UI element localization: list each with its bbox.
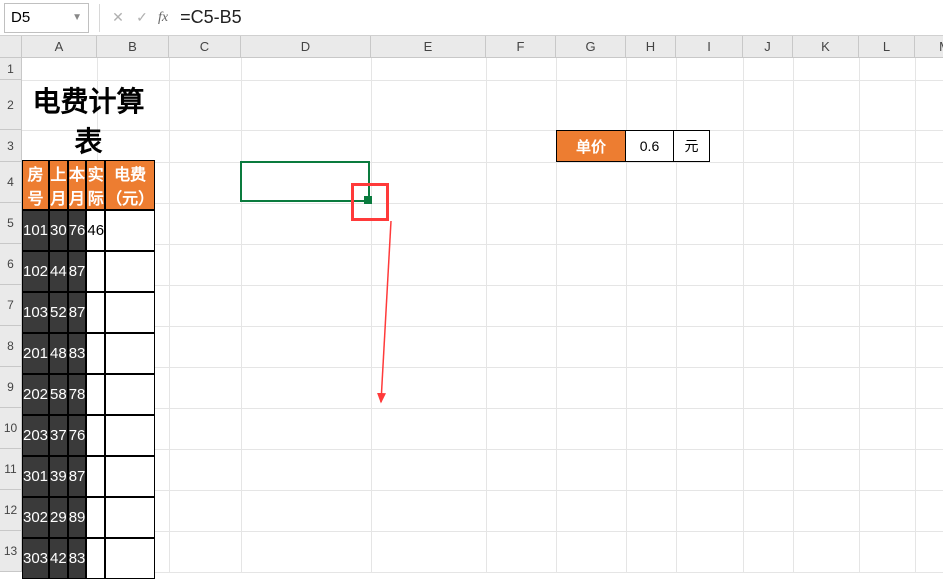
col-header-M[interactable]: M: [915, 36, 943, 58]
col-header-A[interactable]: A: [22, 36, 97, 58]
row-header-12[interactable]: 12: [0, 490, 22, 531]
row-header-9[interactable]: 9: [0, 367, 22, 408]
cell-prev[interactable]: 37: [49, 415, 68, 456]
cell-room[interactable]: 102: [22, 251, 49, 292]
column-headers: ABCDEFGHIJKLM: [22, 36, 943, 58]
cell-curr[interactable]: 87: [68, 292, 87, 333]
row-header-6[interactable]: 6: [0, 244, 22, 285]
formula-input[interactable]: [172, 3, 943, 33]
row-header-5[interactable]: 5: [0, 203, 22, 244]
row-header-4[interactable]: 4: [0, 162, 22, 203]
cell-fee[interactable]: [105, 456, 155, 497]
row-header-8[interactable]: 8: [0, 326, 22, 367]
header-actual: 实际: [86, 160, 105, 210]
cell-room[interactable]: 202: [22, 374, 49, 415]
accept-icon[interactable]: ✓: [130, 6, 154, 30]
price-label: 单价: [556, 130, 626, 162]
cell-curr[interactable]: 83: [68, 333, 87, 374]
cell-curr[interactable]: 78: [68, 374, 87, 415]
cell-curr[interactable]: 76: [68, 210, 87, 251]
price-box: 单价 0.6 元: [556, 130, 710, 162]
row-header-1[interactable]: 1: [0, 58, 22, 80]
row-header-2[interactable]: 2: [0, 80, 22, 130]
col-header-K[interactable]: K: [793, 36, 859, 58]
col-header-G[interactable]: G: [556, 36, 626, 58]
gridlines: [22, 58, 943, 572]
cell-room[interactable]: 103: [22, 292, 49, 333]
cell-fee[interactable]: [105, 538, 155, 579]
row-header-7[interactable]: 7: [0, 285, 22, 326]
col-header-D[interactable]: D: [241, 36, 371, 58]
cell-prev[interactable]: 39: [49, 456, 68, 497]
cell-prev[interactable]: 44: [49, 251, 68, 292]
col-header-C[interactable]: C: [169, 36, 241, 58]
cell-curr[interactable]: 83: [68, 538, 87, 579]
col-header-I[interactable]: I: [676, 36, 743, 58]
col-header-E[interactable]: E: [371, 36, 486, 58]
price-unit: 元: [674, 130, 710, 162]
cell-actual[interactable]: [86, 538, 105, 579]
row-header-13[interactable]: 13: [0, 531, 22, 572]
cell-fee[interactable]: [105, 210, 155, 251]
row-headers: 12345678910111213: [0, 58, 22, 572]
col-header-B[interactable]: B: [97, 36, 169, 58]
cell-curr[interactable]: 87: [68, 456, 87, 497]
cell-fee[interactable]: [105, 415, 155, 456]
select-all-corner[interactable]: [0, 36, 22, 58]
cell-actual[interactable]: [86, 251, 105, 292]
col-header-H[interactable]: H: [626, 36, 676, 58]
separator: [99, 4, 100, 32]
cell-room[interactable]: 203: [22, 415, 49, 456]
cancel-icon[interactable]: ✕: [106, 6, 130, 30]
cell-actual[interactable]: 46: [86, 210, 105, 251]
cell-room[interactable]: 101: [22, 210, 49, 251]
cell-prev[interactable]: 58: [49, 374, 68, 415]
cell-fee[interactable]: [105, 497, 155, 538]
name-box[interactable]: D5 ▼: [4, 3, 89, 33]
price-value: 0.6: [626, 130, 674, 162]
col-header-J[interactable]: J: [743, 36, 793, 58]
cell-prev[interactable]: 48: [49, 333, 68, 374]
cell-curr[interactable]: 76: [68, 415, 87, 456]
table-title: 电费计算表: [22, 80, 155, 160]
cell-room[interactable]: 201: [22, 333, 49, 374]
name-box-value: D5: [11, 9, 30, 26]
cell-curr[interactable]: 87: [68, 251, 87, 292]
cell-actual[interactable]: [86, 497, 105, 538]
row-header-11[interactable]: 11: [0, 449, 22, 490]
cell-actual[interactable]: [86, 374, 105, 415]
cell-prev[interactable]: 42: [49, 538, 68, 579]
cell-prev[interactable]: 29: [49, 497, 68, 538]
cell-actual[interactable]: [86, 333, 105, 374]
cell-fee[interactable]: [105, 333, 155, 374]
cell-actual[interactable]: [86, 292, 105, 333]
row-header-3[interactable]: 3: [0, 130, 22, 162]
cell-room[interactable]: 303: [22, 538, 49, 579]
cell-fee[interactable]: [105, 374, 155, 415]
cell-fee[interactable]: [105, 292, 155, 333]
header-prev: 上月: [49, 160, 68, 210]
cell-curr[interactable]: 89: [68, 497, 87, 538]
cell-room[interactable]: 302: [22, 497, 49, 538]
header-curr: 本月: [68, 160, 87, 210]
main-table: 电费计算表房号上月本月实际电费（元）1013076461024487103528…: [22, 58, 155, 579]
spreadsheet-grid[interactable]: ABCDEFGHIJKLM 12345678910111213 电费计算表房号上…: [0, 36, 943, 545]
cell-fee[interactable]: [105, 251, 155, 292]
cell-prev[interactable]: 52: [49, 292, 68, 333]
fx-icon[interactable]: fx: [158, 10, 168, 26]
col-header-F[interactable]: F: [486, 36, 556, 58]
cell-actual[interactable]: [86, 456, 105, 497]
chevron-down-icon[interactable]: ▼: [72, 12, 82, 23]
cell-room[interactable]: 301: [22, 456, 49, 497]
cell-prev[interactable]: 30: [49, 210, 68, 251]
header-fee: 电费（元）: [105, 160, 155, 210]
formula-bar: D5 ▼ ✕ ✓ fx: [0, 0, 943, 36]
row-header-10[interactable]: 10: [0, 408, 22, 449]
cell-actual[interactable]: [86, 415, 105, 456]
col-header-L[interactable]: L: [859, 36, 915, 58]
header-room: 房号: [22, 160, 49, 210]
